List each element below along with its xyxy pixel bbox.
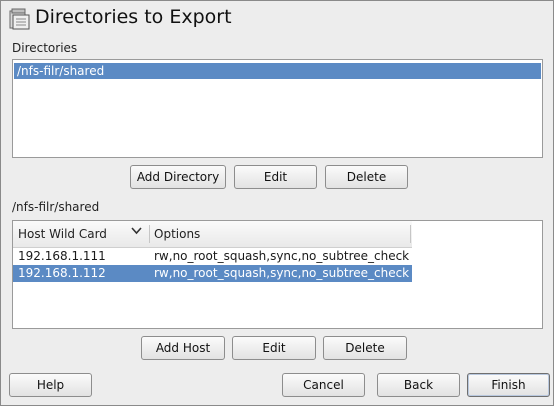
directories-label: Directories xyxy=(12,41,78,55)
nfs-export-icon xyxy=(7,7,31,31)
edit-directory-button[interactable]: Edit xyxy=(234,165,317,189)
directories-list[interactable]: /nfs-filr/shared xyxy=(12,59,543,158)
add-host-button[interactable]: Add Host xyxy=(141,336,225,360)
delete-directory-button[interactable]: Delete xyxy=(325,165,408,189)
host-cell: 192.168.1.111 xyxy=(18,249,106,263)
column-header-host[interactable]: Host Wild Card xyxy=(18,221,107,247)
host-table: Host Wild Card Options 192.168.1.111 rw,… xyxy=(12,220,543,329)
options-cell: rw,no_root_squash,sync,no_subtree_check xyxy=(154,266,410,280)
table-header: Host Wild Card Options xyxy=(13,221,412,248)
column-separator xyxy=(410,225,411,243)
page-title: Directories to Export xyxy=(35,6,232,28)
delete-host-button[interactable]: Delete xyxy=(323,336,407,360)
back-button[interactable]: Back xyxy=(377,373,460,397)
column-header-options[interactable]: Options xyxy=(154,221,200,247)
table-row[interactable]: 192.168.1.111 rw,no_root_squash,sync,no_… xyxy=(13,248,412,265)
edit-host-button[interactable]: Edit xyxy=(232,336,316,360)
table-row[interactable]: 192.168.1.112 rw,no_root_squash,sync,no_… xyxy=(13,265,412,282)
options-cell: rw,no_root_squash,sync,no_subtree_check xyxy=(154,249,410,263)
dialog-window: Directories to Export Directories /nfs-f… xyxy=(0,0,554,406)
host-cell: 192.168.1.112 xyxy=(18,266,106,280)
help-button[interactable]: Help xyxy=(9,373,92,397)
chevron-down-icon[interactable] xyxy=(131,227,142,235)
column-separator xyxy=(149,225,150,243)
add-directory-button[interactable]: Add Directory xyxy=(130,165,226,189)
finish-button[interactable]: Finish xyxy=(467,373,550,397)
list-item[interactable]: /nfs-filr/shared xyxy=(14,63,541,79)
selected-directory-label: /nfs-filr/shared xyxy=(12,200,100,214)
cancel-button[interactable]: Cancel xyxy=(282,373,365,397)
